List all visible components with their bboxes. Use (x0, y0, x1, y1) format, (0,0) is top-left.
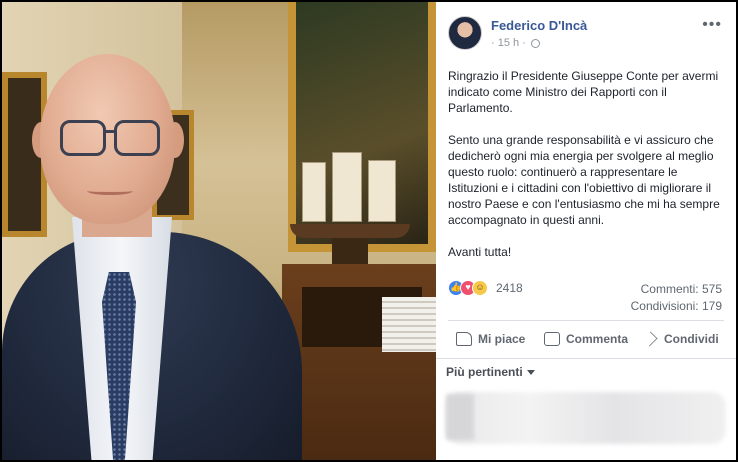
glasses-bridge (104, 130, 116, 133)
glasses-lens (114, 120, 160, 156)
ship-sail (368, 160, 396, 222)
like-label: Mi piace (478, 332, 526, 346)
post-paragraph: Ringrazio il Presidente Giuseppe Conte p… (448, 69, 719, 115)
ship-model-stand (332, 238, 368, 264)
comment-icon (544, 332, 560, 346)
shares-count[interactable]: Condivisioni: 179 (631, 299, 722, 313)
blurred-comment (446, 392, 726, 444)
post-actions: Mi piace Commenta Condividi (448, 326, 724, 356)
divider (448, 320, 724, 321)
paper-stack (382, 297, 436, 352)
ship-model-hull (290, 224, 410, 238)
glasses-lens (60, 120, 106, 156)
post-header: Federico D'Incà · 15 h · ••• (448, 16, 728, 56)
share-icon (642, 331, 658, 347)
blurred-comment-avatar (446, 394, 474, 440)
comment-sort-dropdown[interactable]: Più pertinenti (446, 365, 535, 379)
thumbs-up-icon (456, 332, 472, 346)
post-panel: Federico D'Incà · 15 h · ••• Ringrazio i… (436, 2, 736, 460)
post-photo[interactable] (2, 2, 436, 460)
haha-reaction-icon: ☺ (472, 280, 488, 296)
post-text: Ringrazio il Presidente Giuseppe Conte p… (448, 68, 728, 276)
comment-sort-label: Più pertinenti (446, 365, 523, 379)
share-button[interactable]: Condividi (642, 326, 719, 352)
post-paragraph: Sento una grande responsabilità e vi ass… (448, 133, 720, 227)
author-avatar[interactable] (448, 16, 482, 50)
reaction-count: 2418 (496, 281, 523, 295)
person-mouth (87, 187, 133, 195)
ship-sail (332, 152, 362, 222)
comments-count[interactable]: Commenti: 575 (641, 282, 722, 296)
share-label: Condividi (664, 332, 719, 346)
globe-icon (530, 38, 540, 48)
like-button[interactable]: Mi piace (456, 326, 525, 352)
post-paragraph: Avanti tutta! (448, 245, 512, 259)
comment-button[interactable]: Commenta (544, 326, 628, 352)
ship-sail (302, 162, 326, 222)
caret-down-icon (526, 370, 535, 376)
post-timestamp[interactable]: 15 h (498, 37, 519, 49)
comment-label: Commenta (566, 332, 629, 346)
author-name[interactable]: Federico D'Incà (491, 18, 587, 33)
post-meta: · 15 h · (491, 37, 540, 49)
divider (436, 358, 736, 359)
more-options-button[interactable]: ••• (702, 16, 722, 34)
